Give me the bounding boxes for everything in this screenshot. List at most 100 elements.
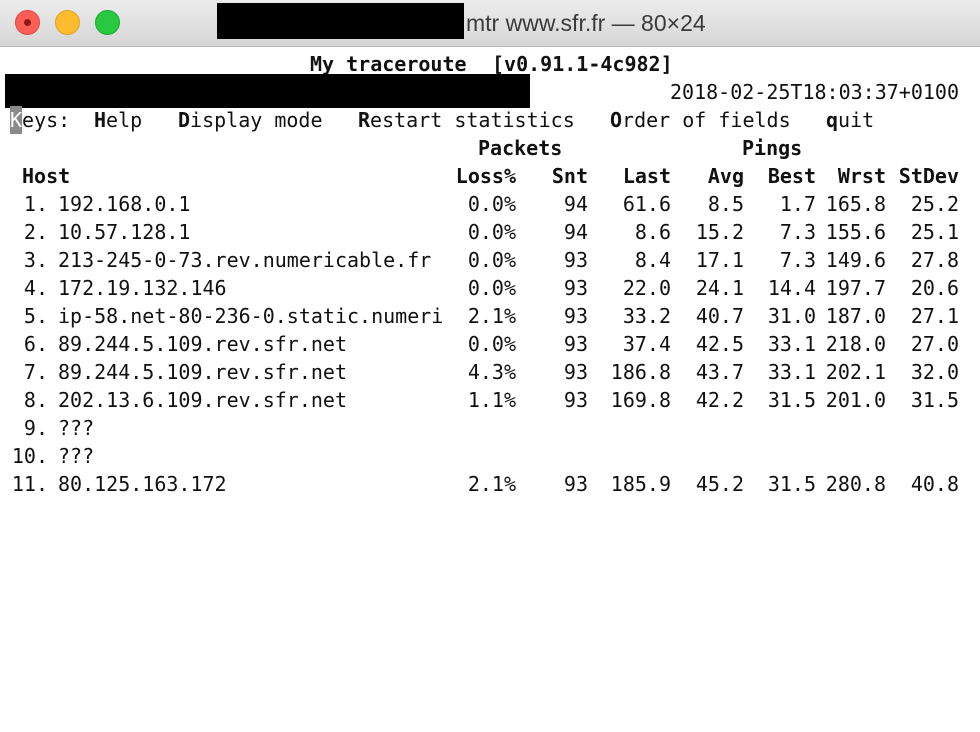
close-button[interactable] — [15, 10, 40, 35]
hop-wrst — [820, 414, 886, 442]
hop-avg — [676, 442, 744, 470]
hop-best: 33.1 — [767, 360, 816, 384]
hop-loss: 4.3% — [467, 360, 516, 384]
hop-avg: 24.1 — [695, 276, 744, 300]
hop-loss: 1.1% — [467, 388, 516, 412]
hop-loss: 0.0% — [467, 276, 516, 300]
maximize-button[interactable] — [95, 10, 120, 35]
hop-wrst: 197.7 — [825, 276, 886, 300]
hop-index: 1. — [23, 192, 48, 216]
keys-label: Keys: — [10, 106, 71, 134]
hop-avg: 42.2 — [695, 388, 744, 412]
hop-avg: 42.5 — [695, 332, 744, 356]
hop-last — [596, 414, 671, 442]
hop-wrst: 218.0 — [825, 332, 886, 356]
hop-wrst: 149.6 — [825, 248, 886, 272]
hop-loss: 2.1% — [467, 472, 516, 496]
hop-best: 14.4 — [767, 276, 816, 300]
hop-avg: 43.7 — [695, 360, 744, 384]
hop-snt: 93 — [563, 360, 588, 384]
hop-best: 31.5 — [767, 472, 816, 496]
hop-stdev: 31.5 — [910, 388, 959, 412]
hop-index: 5. — [23, 304, 48, 328]
key-display-mode[interactable]: Display mode — [178, 106, 323, 134]
hop-last: 37.4 — [622, 332, 671, 356]
hop-index: 6. — [23, 332, 48, 356]
hop-index: 2. — [23, 220, 48, 244]
close-icon — [24, 19, 31, 26]
col-header-stdev: StDev — [898, 164, 959, 188]
terminal-window: mtr www.sfr.fr — 80×24 My traceroute [v0… — [0, 0, 980, 732]
hop-host: 89.244.5.109.rev.sfr.net — [58, 360, 347, 384]
key-restart-statistics[interactable]: Restart statistics — [358, 106, 575, 134]
hop-host: 213-245-0-73.rev.numericable.fr — [58, 248, 432, 272]
col-header-snt: Snt — [551, 164, 588, 188]
hop-last: 22.0 — [622, 276, 671, 300]
hop-snt: 93 — [563, 304, 588, 328]
hop-wrst: 165.8 — [825, 192, 886, 216]
hop-snt: 93 — [563, 248, 588, 272]
hop-snt: 94 — [563, 192, 588, 216]
hop-wrst: 155.6 — [825, 220, 886, 244]
hop-stdev — [890, 414, 959, 442]
hop-index: 10. — [11, 444, 48, 468]
hop-best: 1.7 — [779, 192, 816, 216]
key-help[interactable]: Help — [94, 106, 142, 134]
hop-stdev: 27.8 — [910, 248, 959, 272]
group-header-pings: Pings — [742, 136, 803, 160]
hop-index: 4. — [23, 276, 48, 300]
hop-avg — [676, 414, 744, 442]
terminal-cursor: K — [10, 106, 23, 134]
hop-index: 11. — [11, 472, 48, 496]
col-header-last: Last — [622, 164, 671, 188]
hop-loss: 0.0% — [467, 248, 516, 272]
hop-last: 186.8 — [610, 360, 671, 384]
hop-host: 172.19.132.146 — [58, 276, 227, 300]
hop-stdev: 32.0 — [910, 360, 959, 384]
hop-avg: 15.2 — [695, 220, 744, 244]
hop-best — [748, 442, 816, 470]
hop-loss: 0.0% — [467, 332, 516, 356]
minimize-button[interactable] — [55, 10, 80, 35]
hop-avg: 8.5 — [707, 192, 744, 216]
hop-last: 8.4 — [634, 248, 671, 272]
hop-index: 9. — [23, 416, 48, 440]
hop-snt — [520, 442, 588, 470]
hop-host: 89.244.5.109.rev.sfr.net — [58, 332, 347, 356]
hop-avg: 45.2 — [695, 472, 744, 496]
hop-host: 80.125.163.172 — [58, 472, 227, 496]
hop-wrst — [820, 442, 886, 470]
hop-best: 7.3 — [779, 248, 816, 272]
hop-host: 192.168.0.1 — [58, 192, 191, 216]
hop-last: 169.8 — [610, 388, 671, 412]
terminal-content[interactable]: My traceroute [v0.91.1-4c982] 2018-02-25… — [0, 46, 980, 732]
hop-host: ??? — [58, 416, 95, 440]
hop-last: 185.9 — [610, 472, 671, 496]
hop-snt: 94 — [563, 220, 588, 244]
hop-last: 61.6 — [622, 192, 671, 216]
timestamp: 2018-02-25T18:03:37+0100 — [670, 80, 959, 104]
col-header-host: Host — [22, 164, 71, 188]
hop-last: 8.6 — [634, 220, 671, 244]
window-title: mtr www.sfr.fr — 80×24 — [466, 10, 706, 36]
window-titlebar[interactable]: mtr www.sfr.fr — 80×24 — [0, 0, 980, 47]
hop-stdev: 25.2 — [910, 192, 959, 216]
hop-index: 8. — [23, 388, 48, 412]
key-quit[interactable]: quit — [826, 106, 874, 134]
group-header-packets: Packets — [478, 136, 563, 160]
hop-snt — [520, 414, 588, 442]
hop-best — [748, 414, 816, 442]
hop-stdev: 27.1 — [910, 304, 959, 328]
hop-stdev: 27.0 — [910, 332, 959, 356]
col-header-best: Best — [767, 164, 816, 188]
hop-best: 31.5 — [767, 388, 816, 412]
hop-avg: 40.7 — [695, 304, 744, 328]
redacted-block — [217, 3, 464, 39]
hop-last — [596, 442, 671, 470]
hop-loss — [430, 442, 516, 470]
col-header-wrst: Wrst — [837, 164, 886, 188]
hop-loss: 0.0% — [467, 220, 516, 244]
key-order-of-fields[interactable]: Order of fields — [610, 106, 791, 134]
hop-host: 10.57.128.1 — [58, 220, 191, 244]
hop-loss: 0.0% — [467, 192, 516, 216]
